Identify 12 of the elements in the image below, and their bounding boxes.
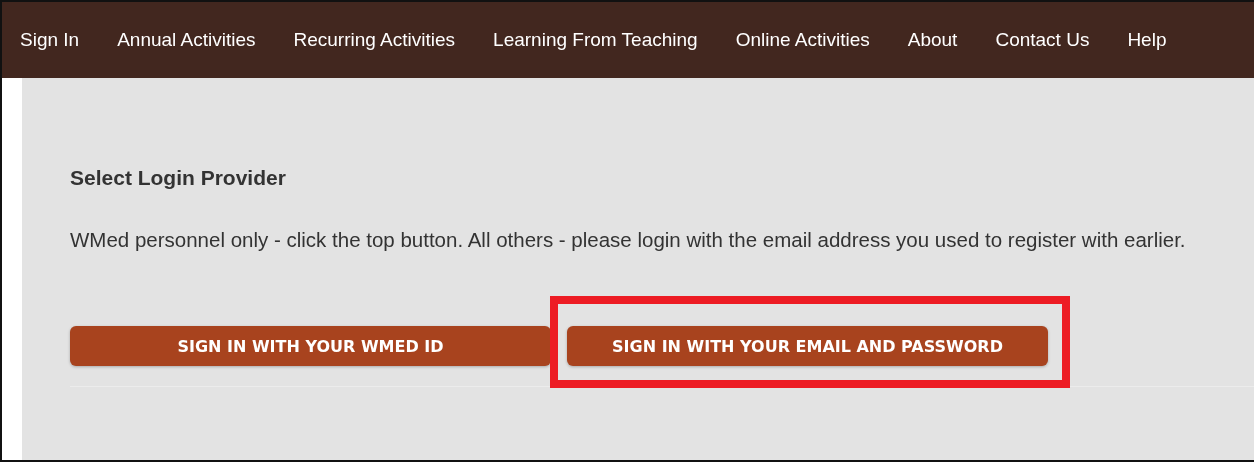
- sign-in-button[interactable]: SIGN IN WITH YOUR EMAIL AND PASSWORD: [567, 326, 1048, 366]
- nav-link[interactable]: Learning From Teaching: [493, 29, 698, 51]
- nav-link[interactable]: About: [907, 29, 958, 51]
- nav-link[interactable]: Help: [1127, 29, 1167, 51]
- nav-link[interactable]: Contact Us: [995, 29, 1090, 51]
- nav-link[interactable]: Annual Activities: [117, 29, 256, 51]
- section-heading: Select Login Provider: [70, 166, 287, 190]
- sign-in-button[interactable]: SIGN IN WITH YOUR WMED ID: [70, 326, 551, 366]
- instructions-text: WMed personnel only - click the top button. All others - please login with the email address you used to register with earlier.: [70, 228, 1187, 252]
- nav-link[interactable]: Online Activities: [735, 29, 870, 51]
- nav-link[interactable]: Recurring Activities: [293, 29, 456, 51]
- nav-link[interactable]: Sign In: [20, 29, 80, 51]
